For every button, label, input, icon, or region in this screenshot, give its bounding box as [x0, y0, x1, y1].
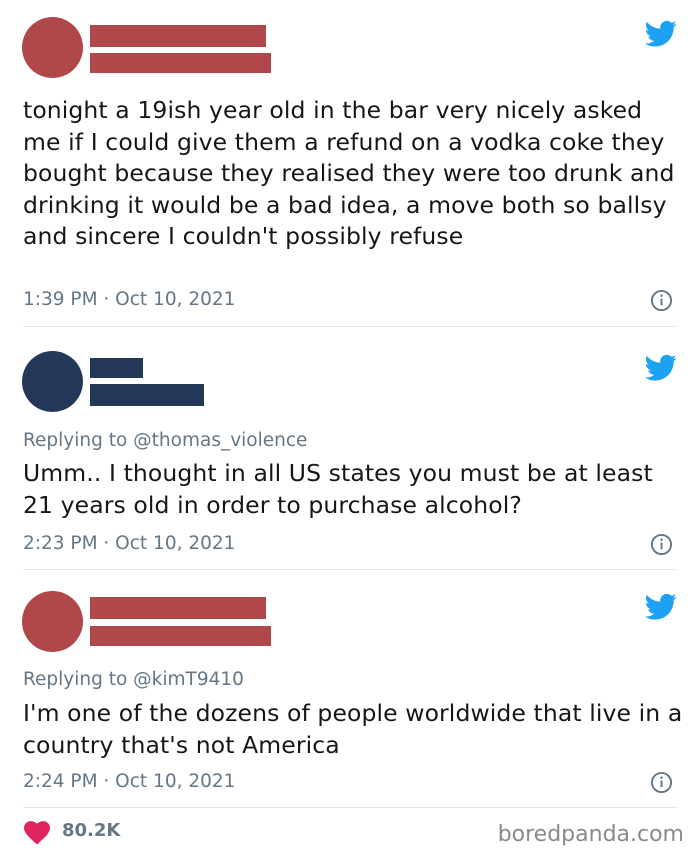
timestamp[interactable]: 2:24 PM · Oct 10, 2021 — [23, 771, 235, 792]
redacted-handle — [90, 626, 271, 646]
replying-to[interactable]: Replying to @kimT9410 — [23, 669, 244, 690]
redacted-display-name — [90, 25, 266, 47]
heart-icon[interactable] — [24, 821, 50, 845]
info-icon[interactable] — [650, 289, 673, 312]
tweet-text: Umm.. I thought in all US states you mus… — [23, 459, 653, 519]
tweet-text: I'm one of the dozens of people worldwid… — [23, 699, 683, 759]
avatar[interactable] — [22, 351, 83, 412]
twitter-bird-icon[interactable] — [645, 354, 677, 382]
redacted-display-name — [90, 597, 266, 619]
tweet-text: tonight a 19ish year old in the bar very… — [23, 96, 675, 250]
like-count[interactable]: 80.2K — [62, 820, 120, 841]
info-icon[interactable] — [650, 771, 673, 794]
timestamp[interactable]: 2:23 PM · Oct 10, 2021 — [23, 533, 235, 554]
redacted-handle — [90, 384, 204, 406]
divider — [23, 807, 677, 808]
redacted-handle — [90, 53, 271, 73]
info-icon[interactable] — [650, 533, 673, 556]
watermark: boredpanda.com — [497, 822, 684, 847]
avatar[interactable] — [22, 17, 83, 78]
avatar[interactable] — [22, 591, 83, 652]
twitter-bird-icon[interactable] — [645, 593, 677, 621]
timestamp[interactable]: 1:39 PM · Oct 10, 2021 — [23, 289, 235, 310]
divider — [23, 569, 677, 570]
divider — [23, 326, 677, 327]
replying-to[interactable]: Replying to @thomas_violence — [23, 430, 307, 451]
twitter-bird-icon[interactable] — [645, 20, 677, 48]
redacted-display-name — [90, 358, 143, 378]
